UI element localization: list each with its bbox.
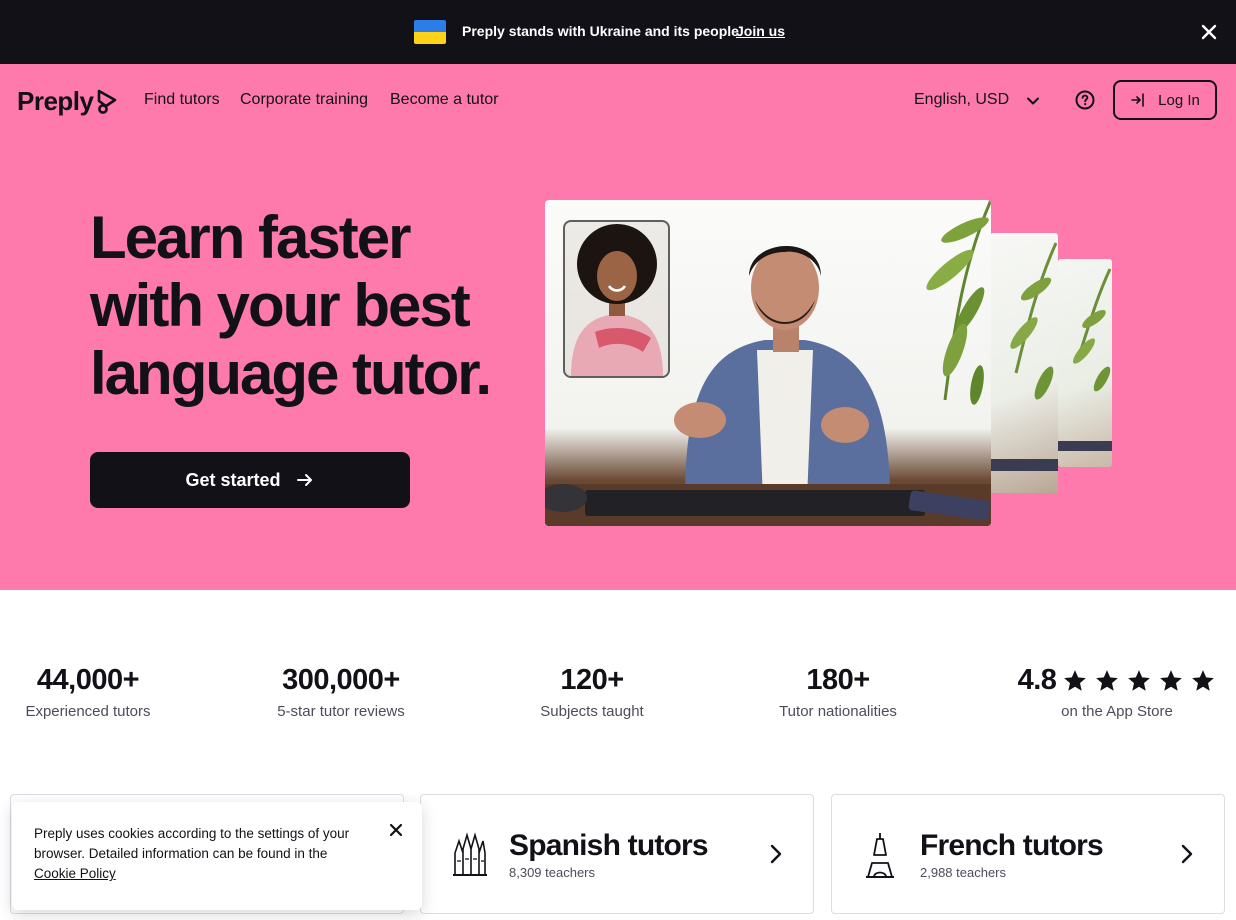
ukraine-flag-icon [414, 20, 446, 44]
arrow-right-icon [296, 474, 312, 486]
stat-app-store-rating: 4.8 on the App Store [1012, 664, 1222, 720]
tutor-card-title: French tutors [920, 829, 1104, 862]
student-video-thumbnail [563, 220, 670, 378]
login-icon [1131, 93, 1144, 107]
login-label: Log In [1158, 91, 1200, 109]
language-currency-selector[interactable]: English, USD [914, 91, 1009, 109]
chevron-down-icon[interactable] [1024, 92, 1042, 110]
ukraine-banner: Preply stands with Ukraine and its peopl… [0, 0, 1236, 64]
nav-find-tutors[interactable]: Find tutors [144, 91, 220, 109]
man-figure [674, 245, 890, 500]
get-started-label: Get started [185, 469, 281, 490]
star-icon [1160, 670, 1183, 692]
nav-corporate-training[interactable]: Corporate training [240, 91, 368, 109]
star-icon [1128, 670, 1151, 692]
close-icon[interactable] [386, 820, 406, 840]
tutor-card-spanish[interactable]: Spanish tutors 8,309 teachers [420, 794, 814, 914]
close-icon[interactable] [1196, 19, 1222, 45]
plant-leaves [926, 200, 991, 405]
rating-stars [1062, 668, 1216, 694]
chevron-right-icon [770, 844, 782, 864]
get-started-button[interactable]: Get started [90, 452, 410, 508]
star-icon [1096, 670, 1119, 692]
star-icon [1064, 670, 1087, 692]
login-button[interactable]: Log In [1113, 80, 1217, 120]
tutor-card-french[interactable]: French tutors 2,988 teachers [831, 794, 1225, 914]
cookie-policy-link[interactable]: Cookie Policy [34, 866, 116, 881]
join-us-link[interactable]: Join us [736, 23, 785, 39]
tutor-card-count: 2,988 teachers [920, 865, 1007, 880]
star-icon [1192, 670, 1215, 692]
preply-logo-mark-icon [97, 89, 116, 114]
rating-value: 4.8 [1017, 664, 1057, 696]
tutor-card-count: 8,309 teachers [509, 865, 596, 880]
keyboard [585, 490, 925, 516]
stat-subjects-taught: 120+ Subjects taught [540, 664, 644, 720]
tutor-card-title: Spanish tutors [509, 829, 709, 862]
nav-become-a-tutor[interactable]: Become a tutor [390, 91, 499, 109]
sagrada-familia-icon [453, 832, 487, 876]
chevron-right-icon [1181, 844, 1193, 864]
stat-experienced-tutors: 44,000+ Experienced tutors [25, 664, 151, 720]
stat-tutor-reviews: 300,000+ 5-star tutor reviews [277, 664, 405, 720]
banner-text: Preply stands with Ukraine and its peopl… [462, 23, 739, 39]
cookie-text: Preply uses cookies according to the set… [34, 826, 350, 861]
hero-section: Preply Find tutors Corporate training Be… [0, 64, 1236, 590]
stat-tutor-nationalities: 180+ Tutor nationalities [779, 664, 897, 720]
cookie-notice: Preply uses cookies according to the set… [12, 802, 422, 910]
eiffel-tower-icon [866, 833, 894, 878]
help-icon[interactable] [1074, 89, 1096, 111]
hero-image-back-card-2 [1058, 259, 1112, 467]
preply-logo[interactable]: Preply [17, 86, 118, 116]
hero-headline: Learn faster with your best language tut… [90, 204, 492, 407]
hero-image-back-card-1 [990, 233, 1058, 493]
